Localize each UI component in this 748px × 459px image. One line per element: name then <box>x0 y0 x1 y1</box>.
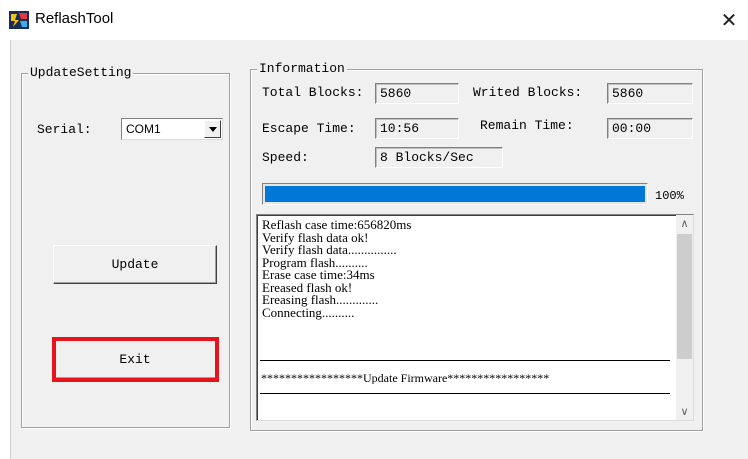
speed-label: Speed: <box>262 150 309 165</box>
scroll-up-icon[interactable]: ∧ <box>676 215 693 232</box>
window-title: ReflashTool <box>35 10 114 27</box>
total-blocks-label: Total Blocks: <box>262 85 364 100</box>
scroll-thumb[interactable] <box>677 234 692 359</box>
log-lines: Reflash case time:656820ms Verify flash d… <box>262 218 672 320</box>
app-icon <box>9 11 29 29</box>
serial-port-value: COM1 <box>126 122 161 136</box>
log-banner: *****************Update Firmware********… <box>261 372 550 384</box>
update-setting-caption: UpdateSetting <box>28 65 134 81</box>
remain-time-value: 00:00 <box>607 118 693 139</box>
escape-time-label: Escape Time: <box>262 121 356 136</box>
scroll-down-icon[interactable]: ∨ <box>676 403 693 420</box>
exit-highlight-box <box>52 337 219 382</box>
title-bar: ReflashTool ✕ <box>0 0 748 40</box>
serial-label: Serial: <box>37 122 92 137</box>
progress-bar-fill <box>265 186 645 202</box>
speed-value: 8 Blocks/Sec <box>375 147 503 168</box>
log-divider-bottom <box>260 393 670 394</box>
writed-blocks-label: Writed Blocks: <box>473 85 583 100</box>
serial-port-select[interactable]: COM1 <box>121 118 223 140</box>
total-blocks-value: 5860 <box>375 83 459 104</box>
chevron-down-icon[interactable] <box>204 120 221 138</box>
writed-blocks-value: 5860 <box>607 83 693 104</box>
update-button-label: Update <box>111 257 159 272</box>
progress-percent: 100% <box>655 189 684 203</box>
log-line: Connecting.......... <box>262 304 355 320</box>
close-icon[interactable]: ✕ <box>714 6 744 34</box>
information-caption: Information <box>257 61 347 77</box>
log-divider-top <box>260 360 670 361</box>
log-scrollbar[interactable]: ∧ ∨ <box>676 215 693 420</box>
update-button[interactable]: Update <box>53 245 217 284</box>
remain-time-label: Remain Time: <box>480 118 574 133</box>
log-textbox[interactable]: Reflash case time:656820ms Verify flash d… <box>256 214 694 421</box>
progress-bar <box>262 183 648 205</box>
escape-time-value: 10:56 <box>375 118 459 139</box>
